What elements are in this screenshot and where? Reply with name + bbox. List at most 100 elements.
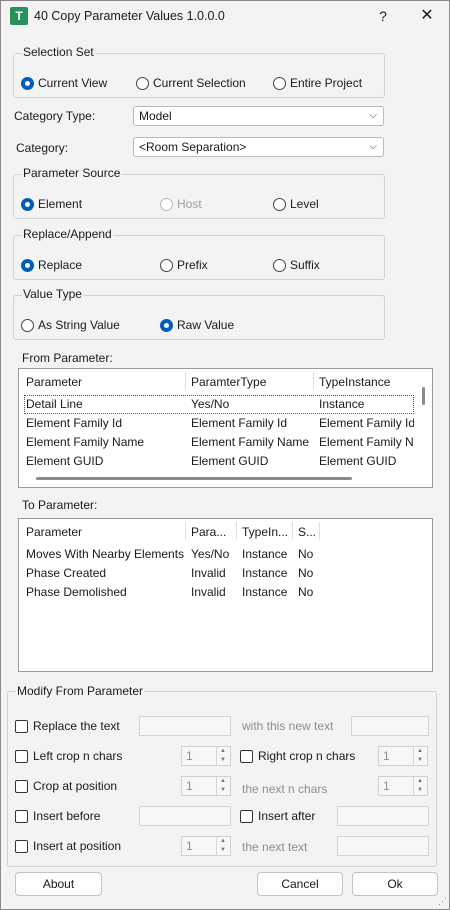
- title-bar[interactable]: T 40 Copy Parameter Values 1.0.0.0 ? ✕: [1, 1, 449, 32]
- crop-position-stepper[interactable]: 1 ▲ ▼: [181, 776, 231, 796]
- radio-prefix[interactable]: Prefix: [160, 257, 208, 273]
- horizontal-scrollbar[interactable]: [36, 477, 352, 480]
- insert-at-position-checkbox[interactable]: Insert at position: [15, 838, 121, 854]
- insert-before-input[interactable]: [139, 806, 231, 826]
- from-parameter-label: From Parameter:: [22, 351, 113, 365]
- category-type-value: Model: [139, 109, 172, 123]
- column-header[interactable]: Para...: [191, 523, 235, 542]
- vertical-scrollbar[interactable]: [422, 387, 425, 405]
- caret-down-icon[interactable]: ▼: [417, 757, 423, 764]
- left-crop-checkbox[interactable]: Left crop n chars: [15, 748, 122, 764]
- insert-position-stepper[interactable]: 1 ▲ ▼: [181, 836, 231, 856]
- table-cell: Invalid: [191, 566, 226, 580]
- category-type-select[interactable]: Model ⌵: [133, 106, 384, 126]
- stepper-arrows[interactable]: ▲ ▼: [216, 837, 230, 855]
- help-icon[interactable]: ?: [371, 4, 395, 28]
- radio-dot: [21, 258, 34, 272]
- radio-entire-project[interactable]: Entire Project: [273, 75, 362, 91]
- stepper-arrows[interactable]: ▲ ▼: [216, 777, 230, 795]
- radio-dot: [136, 76, 149, 90]
- insert-after-input[interactable]: [337, 806, 429, 826]
- column-header[interactable]: TypeIn...: [242, 523, 292, 542]
- table-cell: Element Family Name: [191, 435, 310, 449]
- next-text-input[interactable]: [337, 836, 429, 856]
- radio-dot: [273, 76, 286, 90]
- caret-up-icon[interactable]: ▲: [220, 748, 226, 755]
- radio-replace[interactable]: Replace: [21, 257, 82, 273]
- stepper-arrows[interactable]: ▲ ▼: [413, 777, 427, 795]
- stepper-arrows[interactable]: ▲ ▼: [413, 747, 427, 765]
- new-text-input[interactable]: [351, 716, 429, 736]
- table-cell: Moves With Nearby Elements: [26, 547, 185, 561]
- column-divider[interactable]: [319, 522, 320, 540]
- table-cell: Element GUID: [26, 454, 104, 468]
- table-row[interactable]: Phase Created Invalid Instance No: [19, 564, 419, 583]
- stepper-arrows[interactable]: ▲ ▼: [216, 747, 230, 765]
- column-divider[interactable]: [313, 372, 314, 390]
- stepper-value: 1: [383, 779, 390, 793]
- right-crop-stepper[interactable]: 1 ▲ ▼: [378, 746, 428, 766]
- column-divider[interactable]: [185, 372, 186, 390]
- dialog-window: T 40 Copy Parameter Values 1.0.0.0 ? ✕ S…: [0, 0, 450, 910]
- resize-grip-icon[interactable]: ⋰: [438, 896, 447, 907]
- replace-text-checkbox[interactable]: Replace the text: [15, 718, 120, 734]
- with-new-text-label: with this new text: [242, 719, 334, 733]
- table-row[interactable]: Moves With Nearby Elements Yes/No Instan…: [19, 545, 419, 564]
- category-type-label: Category Type:: [14, 109, 96, 123]
- about-button[interactable]: About: [15, 872, 102, 896]
- radio-dot: [273, 197, 286, 211]
- radio-raw-value[interactable]: Raw Value: [160, 317, 234, 333]
- table-cell: Instance: [242, 566, 288, 580]
- right-crop-checkbox[interactable]: Right crop n chars: [240, 748, 355, 764]
- caret-up-icon[interactable]: ▲: [220, 778, 226, 785]
- to-parameter-list[interactable]: Parameter Para... TypeIn... S... Moves W…: [18, 518, 433, 672]
- table-row[interactable]: Element Family Id Element Family Id Elem…: [19, 414, 419, 433]
- checkbox-label: Insert before: [33, 809, 101, 823]
- column-divider[interactable]: [236, 522, 237, 540]
- table-cell: Invalid: [191, 585, 226, 599]
- close-icon[interactable]: ✕: [415, 4, 439, 28]
- left-crop-stepper[interactable]: 1 ▲ ▼: [181, 746, 231, 766]
- table-row[interactable]: Phase Demolished Invalid Instance No: [19, 583, 419, 602]
- column-header[interactable]: S...: [298, 523, 320, 542]
- radio-current-view[interactable]: Current View: [21, 75, 107, 91]
- radio-level[interactable]: Level: [273, 196, 319, 212]
- insert-before-checkbox[interactable]: Insert before: [15, 808, 100, 824]
- radio-as-string-value[interactable]: As String Value: [21, 317, 120, 333]
- column-header[interactable]: Parameter: [26, 523, 184, 542]
- ok-button[interactable]: Ok: [352, 872, 438, 896]
- caret-up-icon[interactable]: ▲: [417, 778, 423, 785]
- radio-current-selection[interactable]: Current Selection: [136, 75, 246, 91]
- table-cell: Element GUID: [319, 454, 397, 468]
- column-divider[interactable]: [185, 522, 186, 540]
- radio-element[interactable]: Element: [21, 196, 82, 212]
- cancel-button[interactable]: Cancel: [257, 872, 343, 896]
- from-parameter-list[interactable]: Parameter ParamterType TypeInstance Deta…: [18, 368, 433, 488]
- column-divider[interactable]: [292, 522, 293, 540]
- table-cell: Element Family Id: [26, 416, 123, 430]
- caret-up-icon[interactable]: ▲: [220, 838, 226, 845]
- caret-down-icon[interactable]: ▼: [220, 847, 226, 854]
- column-header[interactable]: ParamterType: [191, 373, 309, 392]
- next-n-chars-stepper[interactable]: 1 ▲ ▼: [378, 776, 428, 796]
- column-header[interactable]: Parameter: [26, 373, 176, 392]
- replace-text-input[interactable]: [139, 716, 231, 736]
- caret-down-icon[interactable]: ▼: [220, 787, 226, 794]
- table-row[interactable]: Element Family Name Element Family Name …: [19, 433, 419, 452]
- caret-down-icon[interactable]: ▼: [220, 757, 226, 764]
- category-select[interactable]: <Room Separation> ⌵: [133, 137, 384, 157]
- crop-at-position-checkbox[interactable]: Crop at position: [15, 778, 117, 794]
- radio-label: Raw Value: [177, 318, 235, 332]
- radio-label: Replace: [38, 258, 83, 272]
- table-cell: Detail Line: [26, 397, 83, 411]
- table-row[interactable]: Detail Line Yes/No Instance: [24, 395, 414, 414]
- table-cell: No: [298, 585, 314, 599]
- insert-after-checkbox[interactable]: Insert after: [240, 808, 315, 824]
- column-header[interactable]: TypeInstance: [319, 373, 414, 392]
- next-n-chars-label: the next n chars: [242, 782, 328, 796]
- table-cell: Phase Created: [26, 566, 107, 580]
- caret-up-icon[interactable]: ▲: [417, 748, 423, 755]
- caret-down-icon[interactable]: ▼: [417, 787, 423, 794]
- radio-suffix[interactable]: Suffix: [273, 257, 320, 273]
- table-row[interactable]: Element GUID Element GUID Element GUID: [19, 452, 419, 471]
